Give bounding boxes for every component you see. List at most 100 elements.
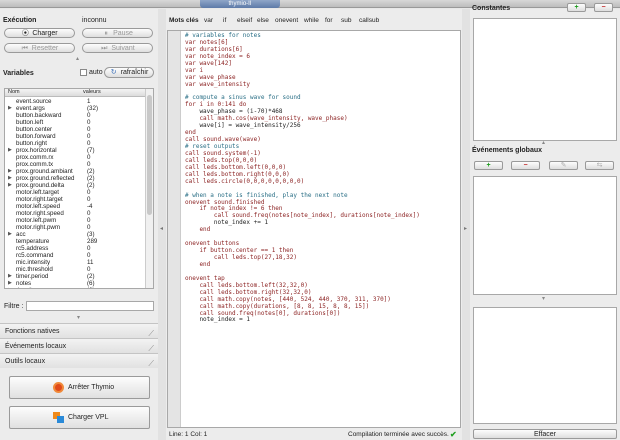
variable-value[interactable]: (2) [87, 175, 95, 182]
splitter-handle-icon[interactable]: ▾ [77, 314, 80, 321]
variable-value[interactable]: 289 [87, 238, 97, 245]
variables-table[interactable]: Nom valeurs event.source 1 ▶ event.args (32)… [4, 88, 154, 289]
variable-value[interactable]: (6) [87, 287, 95, 288]
table-row[interactable]: rc5.command 0 [5, 252, 146, 259]
global-events-list[interactable] [473, 176, 617, 295]
code-editor[interactable]: # variables for notes var notes[6] var dur… [167, 30, 461, 428]
table-row[interactable]: event.source 1 [5, 98, 146, 105]
right-splitter[interactable]: ▸ [462, 9, 470, 440]
table-row[interactable]: ▶ event.args (32) [5, 105, 146, 112]
code-line[interactable] [185, 324, 420, 331]
code-line[interactable]: call leds.circle(0,0,0,0,0,0,0,0) [185, 178, 420, 186]
refresh-button[interactable]: ↻ rafraîchir [104, 67, 154, 78]
variable-value[interactable]: (2) [87, 182, 95, 189]
pause-button[interactable]: ⏸ Pause [82, 28, 153, 38]
add-constant-button[interactable]: + [567, 3, 586, 12]
table-row[interactable]: prox.comm.rx 0 [5, 154, 146, 161]
code-line[interactable]: var wave[142] [185, 60, 420, 68]
table-row[interactable]: ▶ timer.period (2) [5, 273, 146, 280]
accordion-native-functions[interactable]: Fonctions natives ⟋ [0, 323, 158, 338]
constants-list[interactable] [473, 18, 617, 141]
event-log[interactable] [473, 307, 617, 424]
column-header-value[interactable]: valeurs [83, 89, 101, 96]
table-row[interactable]: button.forward 0 [5, 133, 146, 140]
table-row[interactable]: ▶ prox.ground.delta (2) [5, 182, 146, 189]
variable-value[interactable]: 0 [87, 154, 90, 161]
table-row[interactable]: motor.right.target 0 [5, 196, 146, 203]
code-line[interactable]: note_index = 1 [185, 316, 420, 324]
table-row[interactable]: motor.left.target 0 [5, 189, 146, 196]
expand-arrow-icon[interactable]: ▶ [8, 175, 12, 182]
variable-value[interactable]: 0 [87, 252, 90, 259]
keyword-callsub[interactable]: callsub [359, 15, 379, 27]
table-row[interactable]: button.center 0 [5, 126, 146, 133]
code-line[interactable]: call leds.top(27,18,32) [185, 254, 420, 262]
remove-constant-button[interactable]: − [594, 3, 613, 12]
variable-value[interactable]: (7) [87, 147, 95, 154]
add-event-button[interactable]: + [474, 161, 503, 170]
left-splitter[interactable]: ◂ [158, 9, 166, 440]
table-row[interactable]: mic.threshold 0 [5, 266, 146, 273]
code-line[interactable]: note_index += 1 [185, 219, 420, 227]
variable-value[interactable]: 0 [87, 245, 90, 252]
keyword-for[interactable]: for [325, 15, 333, 27]
variable-value[interactable]: 0 [87, 224, 90, 231]
table-row[interactable]: ▶ acc (3) [5, 231, 146, 238]
table-row[interactable]: ▶ durations (6) [5, 287, 146, 288]
splitter-handle-icon[interactable]: ▴ [76, 55, 79, 62]
variable-value[interactable]: (32) [87, 105, 98, 112]
expand-arrow-icon[interactable]: ▶ [8, 280, 12, 287]
variable-value[interactable]: 0 [87, 126, 90, 133]
variables-scrollbar-thumb[interactable] [147, 95, 152, 215]
keyword-sub[interactable]: sub [341, 15, 351, 27]
load-button[interactable]: ⦿ Charger [4, 28, 75, 38]
table-row[interactable]: button.backward 0 [5, 112, 146, 119]
table-row[interactable]: button.left 0 [5, 119, 146, 126]
variable-value[interactable]: 0 [87, 210, 90, 217]
code-text[interactable]: # variables for notes var notes[6] var dur… [185, 32, 420, 331]
edit-event-button[interactable]: ✎ [549, 161, 578, 170]
stop-thymio-button[interactable]: Arrêter Thymio [9, 376, 150, 399]
table-row[interactable]: ▶ notes (6) [5, 280, 146, 287]
code-line[interactable]: wave[i] = wave_intensity/256 [185, 122, 420, 130]
variable-value[interactable]: 0 [87, 140, 90, 147]
expand-arrow-icon[interactable]: ▶ [8, 273, 12, 280]
variable-value[interactable]: 0 [87, 217, 90, 224]
expand-arrow-icon[interactable]: ▶ [8, 168, 12, 175]
table-row[interactable]: mic.intensity 11 [5, 259, 146, 266]
code-line[interactable]: end [185, 226, 420, 234]
auto-checkbox[interactable] [80, 69, 87, 76]
variable-value[interactable]: 0 [87, 119, 90, 126]
expand-arrow-icon[interactable]: ▶ [8, 182, 12, 189]
variable-value[interactable]: 0 [87, 133, 90, 140]
variables-scrollbar[interactable] [145, 89, 153, 288]
variable-value[interactable]: 0 [87, 266, 90, 273]
table-row[interactable]: motor.left.speed -4 [5, 203, 146, 210]
table-row[interactable]: rc5.address 0 [5, 245, 146, 252]
filter-input[interactable] [26, 301, 154, 311]
load-vpl-button[interactable]: Charger VPL [9, 406, 150, 429]
variable-value[interactable]: (2) [87, 273, 95, 280]
splitter-handle-icon[interactable]: ▾ [542, 295, 545, 302]
variable-value[interactable]: 0 [87, 196, 90, 203]
variable-value[interactable]: 0 [87, 112, 90, 119]
table-row[interactable]: motor.right.speed 0 [5, 210, 146, 217]
expand-arrow-icon[interactable]: ▶ [8, 147, 12, 154]
expand-arrow-icon[interactable]: ▶ [8, 287, 12, 288]
variable-value[interactable]: (3) [87, 231, 95, 238]
table-row[interactable]: ▶ prox.horizontal (7) [5, 147, 146, 154]
variable-value[interactable]: (6) [87, 280, 95, 287]
accordion-local-tools[interactable]: Outils locaux ⟋ [0, 353, 158, 368]
table-row[interactable]: button.right 0 [5, 140, 146, 147]
variable-value[interactable]: 0 [87, 161, 90, 168]
variable-value[interactable]: -4 [87, 203, 93, 210]
keyword-else[interactable]: else [257, 15, 269, 27]
variable-value[interactable]: 11 [87, 259, 93, 266]
expand-arrow-icon[interactable]: ▶ [8, 231, 12, 238]
table-row[interactable]: motor.left.pwm 0 [5, 217, 146, 224]
table-row[interactable]: ▶ prox.ground.ambiant (2) [5, 168, 146, 175]
variable-value[interactable]: 0 [87, 189, 90, 196]
table-row[interactable]: prox.comm.tx 0 [5, 161, 146, 168]
send-event-button[interactable]: ⇆ [585, 161, 614, 170]
keyword-while[interactable]: while [304, 15, 319, 27]
